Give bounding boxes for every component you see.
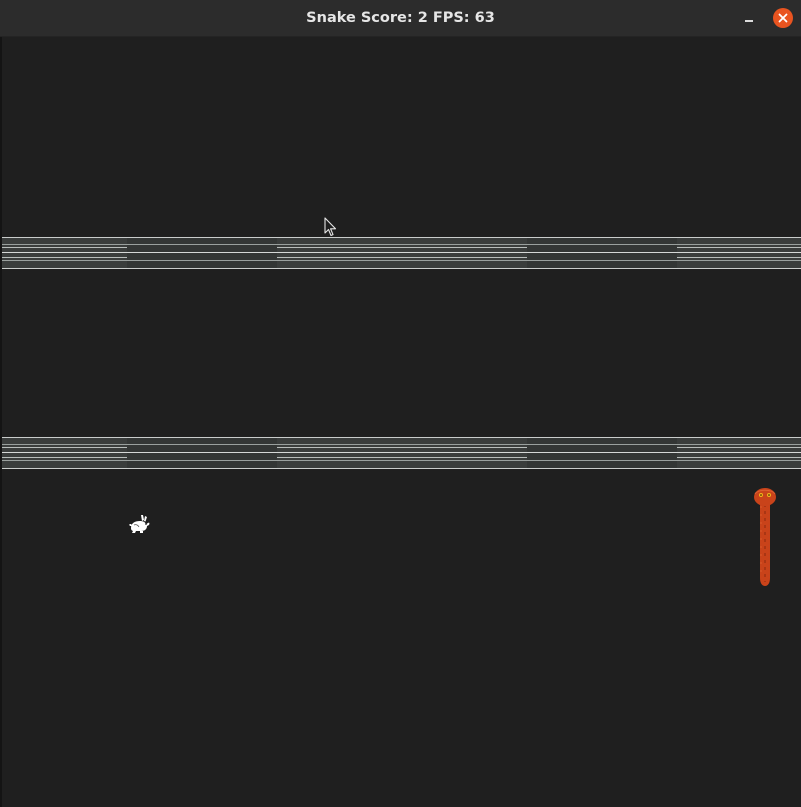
game-canvas[interactable] bbox=[0, 37, 801, 807]
rabbit-sprite bbox=[129, 515, 150, 533]
canvas-left-edge bbox=[0, 37, 2, 807]
window-title: Snake Score: 2 FPS: 63 bbox=[306, 10, 495, 26]
mouse-cursor-icon bbox=[324, 217, 337, 237]
minimize-button[interactable] bbox=[738, 8, 760, 30]
window-titlebar[interactable]: Snake Score: 2 FPS: 63 bbox=[0, 0, 801, 37]
minimize-icon bbox=[745, 20, 753, 22]
snake-sprite bbox=[754, 488, 776, 586]
road-lane-bottom bbox=[2, 437, 801, 469]
road-lane-top bbox=[2, 237, 801, 269]
close-icon bbox=[778, 13, 788, 23]
close-button[interactable] bbox=[773, 8, 793, 28]
